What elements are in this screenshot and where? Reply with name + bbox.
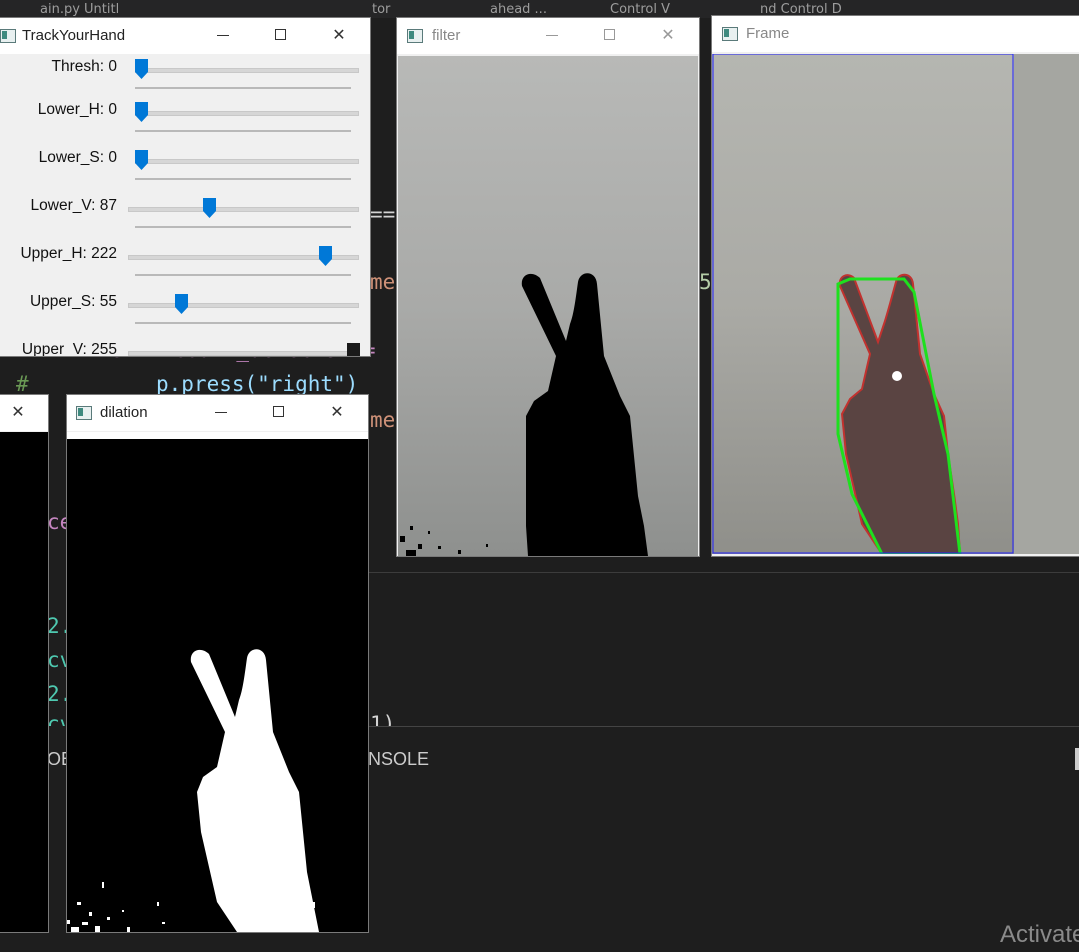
trackbar-label: Lower_S: 0 [38, 149, 117, 166]
filter-image [398, 56, 698, 556]
titlebar: ✕ [0, 395, 48, 431]
trackbar-tick-line [135, 87, 351, 89]
panel-scroll-marker [1075, 748, 1079, 770]
trackbar-window: TrackYourHand ✕ Thresh: 0 Lower_H: 0 Lower… [0, 18, 370, 356]
code-line: p.press("right") [156, 372, 359, 396]
trackbar-tick-line [135, 178, 351, 180]
trackbar-label: Lower_V: 87 [30, 197, 117, 214]
centroid-dot [892, 371, 902, 381]
image-canvas [0, 432, 48, 932]
panel-tab-console[interactable]: NSOLE [368, 749, 429, 770]
trackbar-label: Thresh: 0 [51, 58, 117, 75]
trackbar-label: Upper_V: 255 [21, 341, 117, 356]
trackbar-tick-line [135, 226, 351, 228]
editor-tab-fragment[interactable]: nd Control D [760, 2, 842, 17]
camera-frame [712, 53, 1079, 556]
maximize-icon[interactable] [599, 24, 621, 46]
trackbar-track[interactable] [135, 68, 359, 73]
window-app-icon [76, 406, 92, 420]
titlebar: dilation ✕ [67, 395, 368, 431]
editor-tab-fragment[interactable]: ain.py Untitl [40, 2, 119, 17]
editor-tab-fragment[interactable]: tor [372, 2, 390, 17]
trackbar-thumb[interactable] [319, 246, 332, 266]
titlebar: Frame [712, 16, 1079, 52]
maximize-icon[interactable] [270, 24, 292, 46]
trackbar-track[interactable] [128, 207, 359, 212]
window-app-icon [407, 29, 423, 43]
trackbar-thumb[interactable] [203, 198, 216, 218]
titlebar: filter ✕ [397, 18, 699, 54]
trackbar-label: Upper_S: 55 [29, 293, 117, 310]
dilation-mask [67, 439, 368, 932]
close-icon[interactable]: ✕ [657, 24, 679, 46]
close-icon[interactable]: ✕ [7, 401, 29, 423]
trackbar-tick-line [135, 322, 351, 324]
minimize-icon[interactable] [210, 401, 232, 423]
frame-image [712, 53, 1079, 556]
minimize-icon[interactable] [541, 24, 563, 46]
editor-tab-fragment[interactable]: Control V [610, 2, 670, 17]
window-app-icon [0, 29, 16, 43]
window-title: TrackYourHand [22, 27, 126, 44]
frame-window: Frame [712, 16, 1079, 556]
window-title: Frame [746, 25, 790, 42]
minimize-icon[interactable] [212, 24, 234, 46]
close-icon[interactable]: ✕ [326, 401, 348, 423]
dilation-window: dilation ✕ [67, 395, 368, 932]
editor-tab-fragment[interactable]: ahead ... [490, 2, 547, 17]
trackbar-track[interactable] [135, 111, 359, 116]
maximize-icon[interactable] [268, 401, 290, 423]
window-title: filter [432, 27, 461, 44]
trackbar-thumb[interactable] [175, 294, 188, 314]
trackbar-track[interactable] [128, 351, 359, 356]
window-app-icon [722, 27, 738, 41]
filtered-hand [398, 56, 698, 556]
trackbar-tick-line [135, 274, 351, 276]
trackbar-thumb[interactable] [135, 102, 148, 122]
close-icon[interactable]: ✕ [328, 24, 350, 46]
trackbar-thumb[interactable] [135, 150, 148, 170]
trackbar-thumb[interactable] [347, 342, 360, 356]
dilation-image [67, 432, 368, 932]
left-partial-window: ✕ [0, 395, 48, 932]
trackbar-track[interactable] [128, 303, 359, 308]
filter-window: filter ✕ [397, 18, 699, 556]
trackbar-tick-line [135, 130, 351, 132]
panel-divider [368, 726, 1079, 727]
trackbar-track[interactable] [135, 159, 359, 164]
trackbar-label: Upper_H: 222 [20, 245, 117, 262]
code-line: 1) [370, 712, 396, 736]
window-title: dilation [100, 404, 148, 421]
code-line: == [370, 202, 396, 226]
editor-divider [368, 572, 1079, 573]
titlebar: TrackYourHand ✕ [0, 18, 370, 54]
trackbar-thumb[interactable] [135, 59, 148, 79]
code-line: # [16, 372, 29, 396]
trackbar-label: Lower_H: 0 [37, 101, 117, 118]
activate-windows-watermark: Activate [1000, 921, 1079, 948]
